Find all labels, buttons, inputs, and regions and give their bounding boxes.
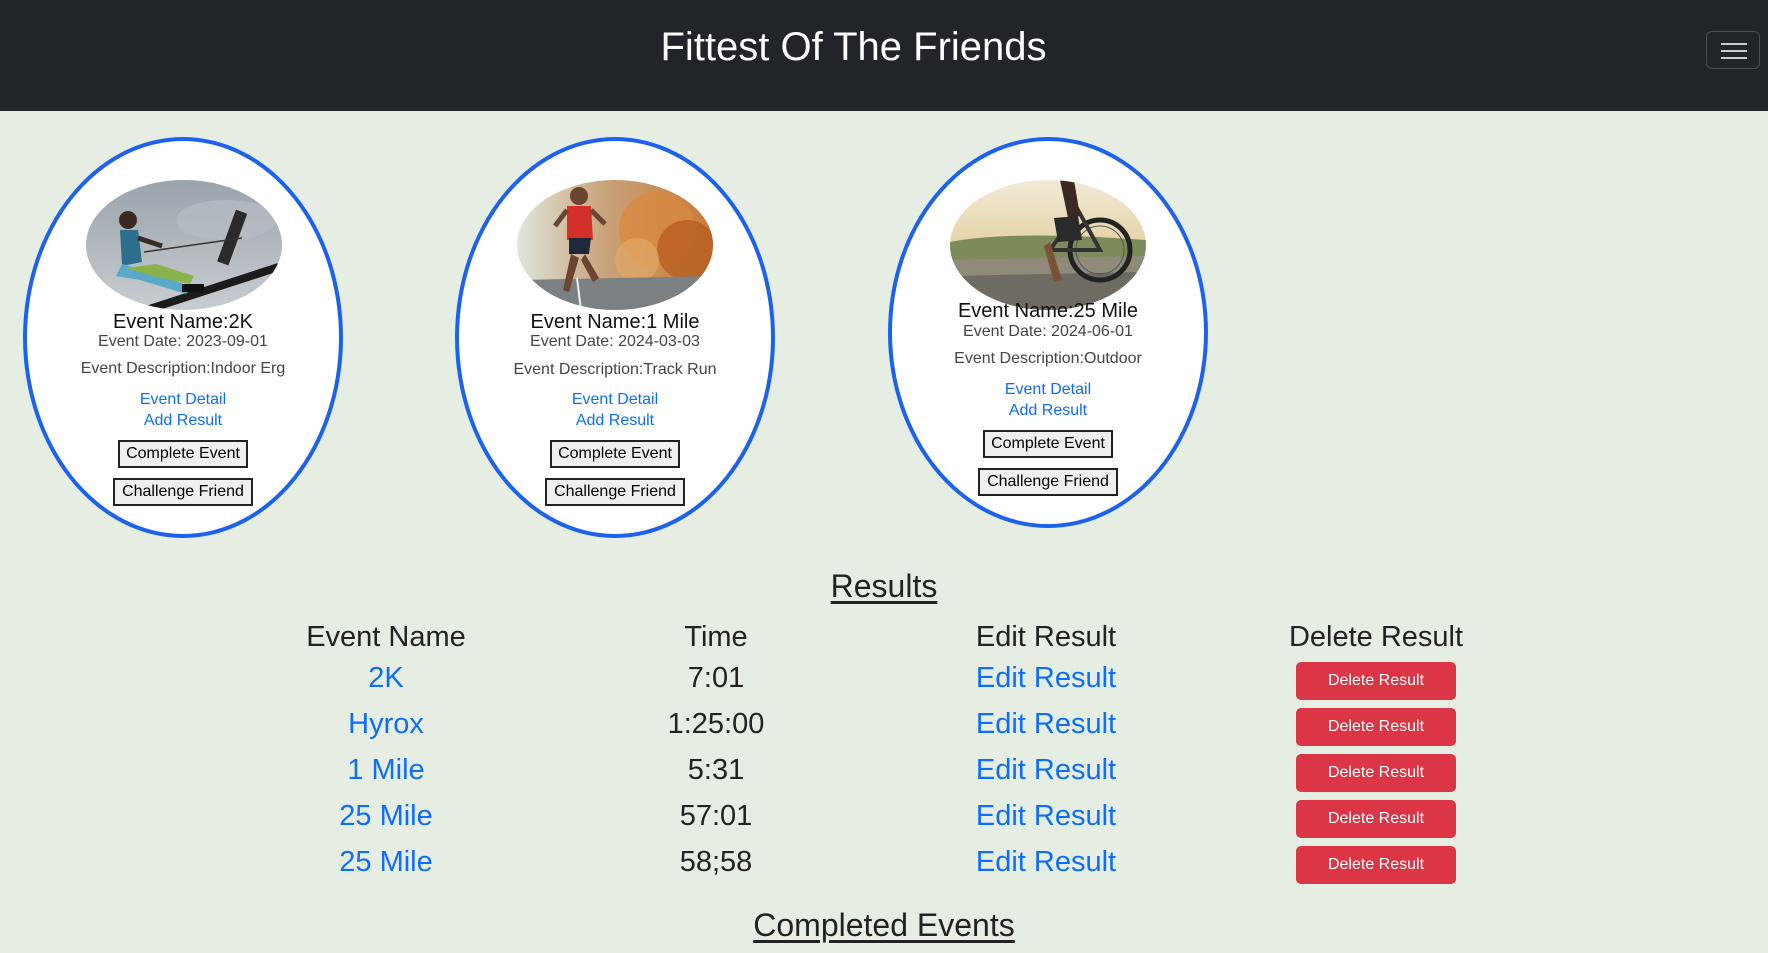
hamburger-icon-bar (1721, 50, 1747, 52)
column-header-event-name: Event Name (306, 621, 466, 653)
challenge-friend-button[interactable]: Challenge Friend (978, 468, 1118, 496)
event-date-label: Event Date: 2023-09-01 (98, 333, 268, 350)
add-result-link[interactable]: Add Result (33, 411, 333, 431)
delete-result-button[interactable]: Delete Result (1296, 708, 1456, 746)
edit-result-link[interactable]: Edit Result (896, 752, 1196, 788)
edit-result-link[interactable]: Edit Result (896, 706, 1196, 742)
running-photo (517, 180, 713, 310)
result-event-link[interactable]: 25 Mile (236, 844, 536, 880)
column-header-edit-result: Edit Result (975, 621, 1117, 653)
edit-result-link[interactable]: Edit Result (896, 798, 1196, 834)
result-event-link[interactable]: 1 Mile (236, 752, 536, 788)
complete-event-button[interactable]: Complete Event (983, 430, 1113, 458)
column-header-time: Time (684, 621, 748, 653)
event-description-label: Event Description:Track Run (513, 361, 717, 378)
edit-result-link[interactable]: Edit Result (896, 660, 1196, 696)
result-event-link[interactable]: Hyrox (236, 706, 536, 742)
running-photo-art (517, 180, 713, 310)
event-description-label: Event Description:Outdoor (954, 350, 1142, 367)
result-event-link[interactable]: 25 Mile (236, 798, 536, 834)
edit-result-link[interactable]: Edit Result (896, 844, 1196, 880)
delete-result-button[interactable]: Delete Result (1296, 662, 1456, 700)
event-name-label: Event Name:1 Mile (530, 311, 700, 333)
result-time: 5:31 (687, 754, 745, 786)
event-detail-link[interactable]: Event Detail (33, 390, 333, 410)
challenge-friend-button[interactable]: Challenge Friend (113, 478, 253, 506)
event-date-label: Event Date: 2024-03-03 (530, 333, 700, 350)
delete-result-button[interactable]: Delete Result (1296, 800, 1456, 838)
column-header-delete-result: Delete Result (1288, 621, 1464, 653)
event-date-label: Event Date: 2024-06-01 (963, 323, 1133, 340)
add-result-link[interactable]: Add Result (898, 401, 1198, 421)
hamburger-icon (1721, 43, 1747, 45)
app-title[interactable]: Fittest Of The Friends (0, 22, 1707, 72)
add-result-link[interactable]: Add Result (465, 411, 765, 431)
navbar: Fittest Of The Friends (0, 0, 1768, 111)
event-detail-link[interactable]: Event Detail (465, 390, 765, 410)
result-event-link[interactable]: 2K (236, 660, 536, 696)
menu-toggle-button[interactable] (1706, 31, 1760, 69)
cycling-photo-art (950, 180, 1146, 310)
rowing-photo-art (86, 180, 282, 310)
hamburger-icon-bar (1721, 57, 1747, 59)
result-time: 57:01 (679, 800, 753, 832)
completed-events-heading: Completed Events (753, 907, 1015, 943)
delete-result-button[interactable]: Delete Result (1296, 846, 1456, 884)
rowing-photo (86, 180, 282, 310)
event-detail-link[interactable]: Event Detail (898, 380, 1198, 400)
cycling-photo (950, 180, 1146, 310)
event-name-label: Event Name:25 Mile (957, 300, 1139, 322)
delete-result-button[interactable]: Delete Result (1296, 754, 1456, 792)
event-name-label: Event Name:2K (112, 311, 254, 333)
result-time: 1:25:00 (667, 708, 765, 740)
results-heading: Results (830, 568, 938, 604)
complete-event-button[interactable]: Complete Event (118, 440, 248, 468)
challenge-friend-button[interactable]: Challenge Friend (545, 478, 685, 506)
complete-event-button[interactable]: Complete Event (550, 440, 680, 468)
event-description-label: Event Description:Indoor Erg (80, 360, 286, 377)
result-time: 58;58 (679, 846, 753, 878)
result-time: 7:01 (687, 662, 745, 694)
